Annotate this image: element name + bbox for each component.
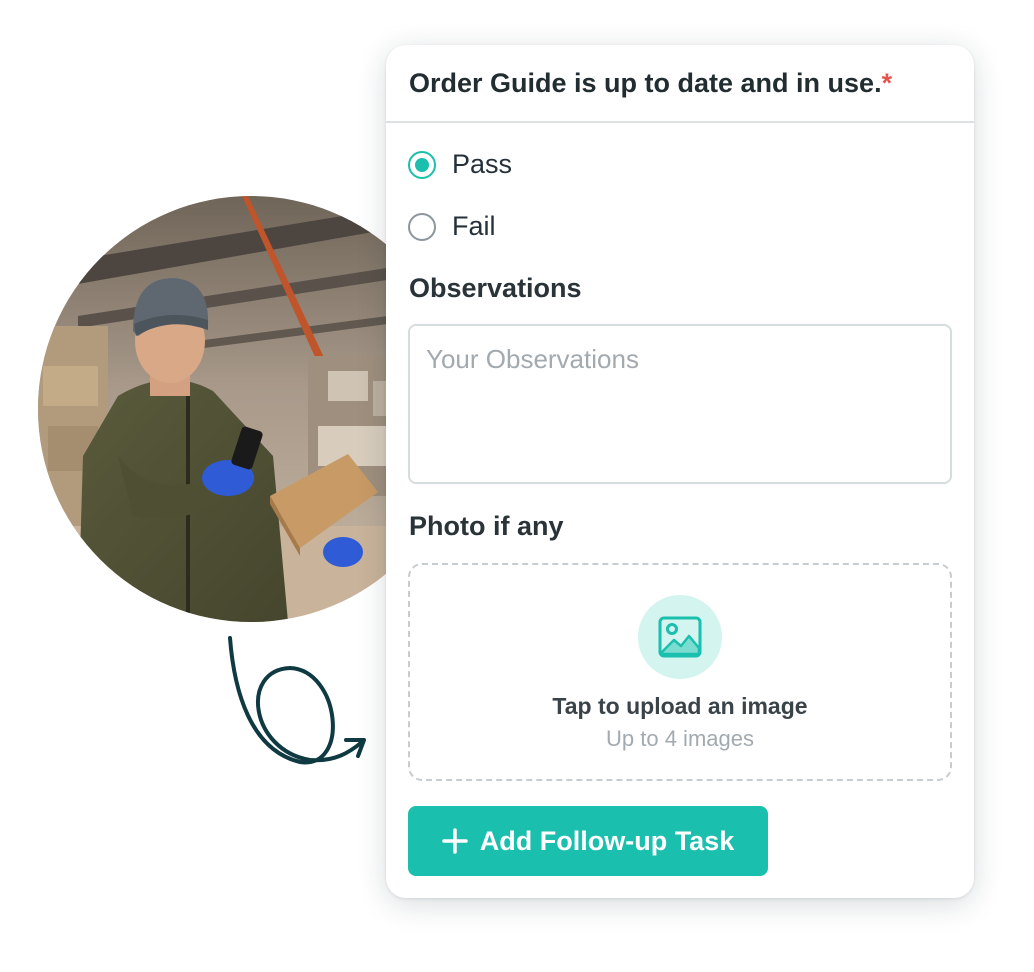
photo-label: Photo if any	[409, 511, 564, 541]
question-title: Order Guide is up to date and in use.	[409, 67, 882, 98]
photo-upload-zone[interactable]: Tap to upload an image Up to 4 images	[408, 563, 952, 781]
observations-input[interactable]	[408, 324, 952, 484]
card-header: Order Guide is up to date and in use. *	[386, 45, 974, 123]
loop-arrow-icon	[228, 636, 366, 765]
fail-radio[interactable]	[408, 212, 436, 241]
plus-icon	[442, 828, 468, 854]
fail-label: Fail	[452, 211, 496, 241]
image-icon-badge	[638, 595, 722, 679]
add-follow-up-task-label: Add Follow-up Task	[479, 825, 735, 856]
add-follow-up-task-button[interactable]: Add Follow-up Task	[408, 806, 768, 876]
observations-label: Observations	[409, 273, 582, 303]
pass-label: Pass	[452, 149, 513, 179]
pass-radio[interactable]	[408, 150, 436, 179]
image-icon	[658, 616, 702, 658]
option-fail[interactable]: Fail	[408, 211, 496, 242]
option-pass[interactable]: Pass	[408, 149, 512, 180]
required-mark: *	[881, 67, 893, 98]
upload-limit: Up to 4 images	[606, 726, 754, 751]
upload-title: Tap to upload an image	[552, 693, 808, 719]
inspection-card: Order Guide is up to date and in use. * P…	[386, 45, 974, 898]
